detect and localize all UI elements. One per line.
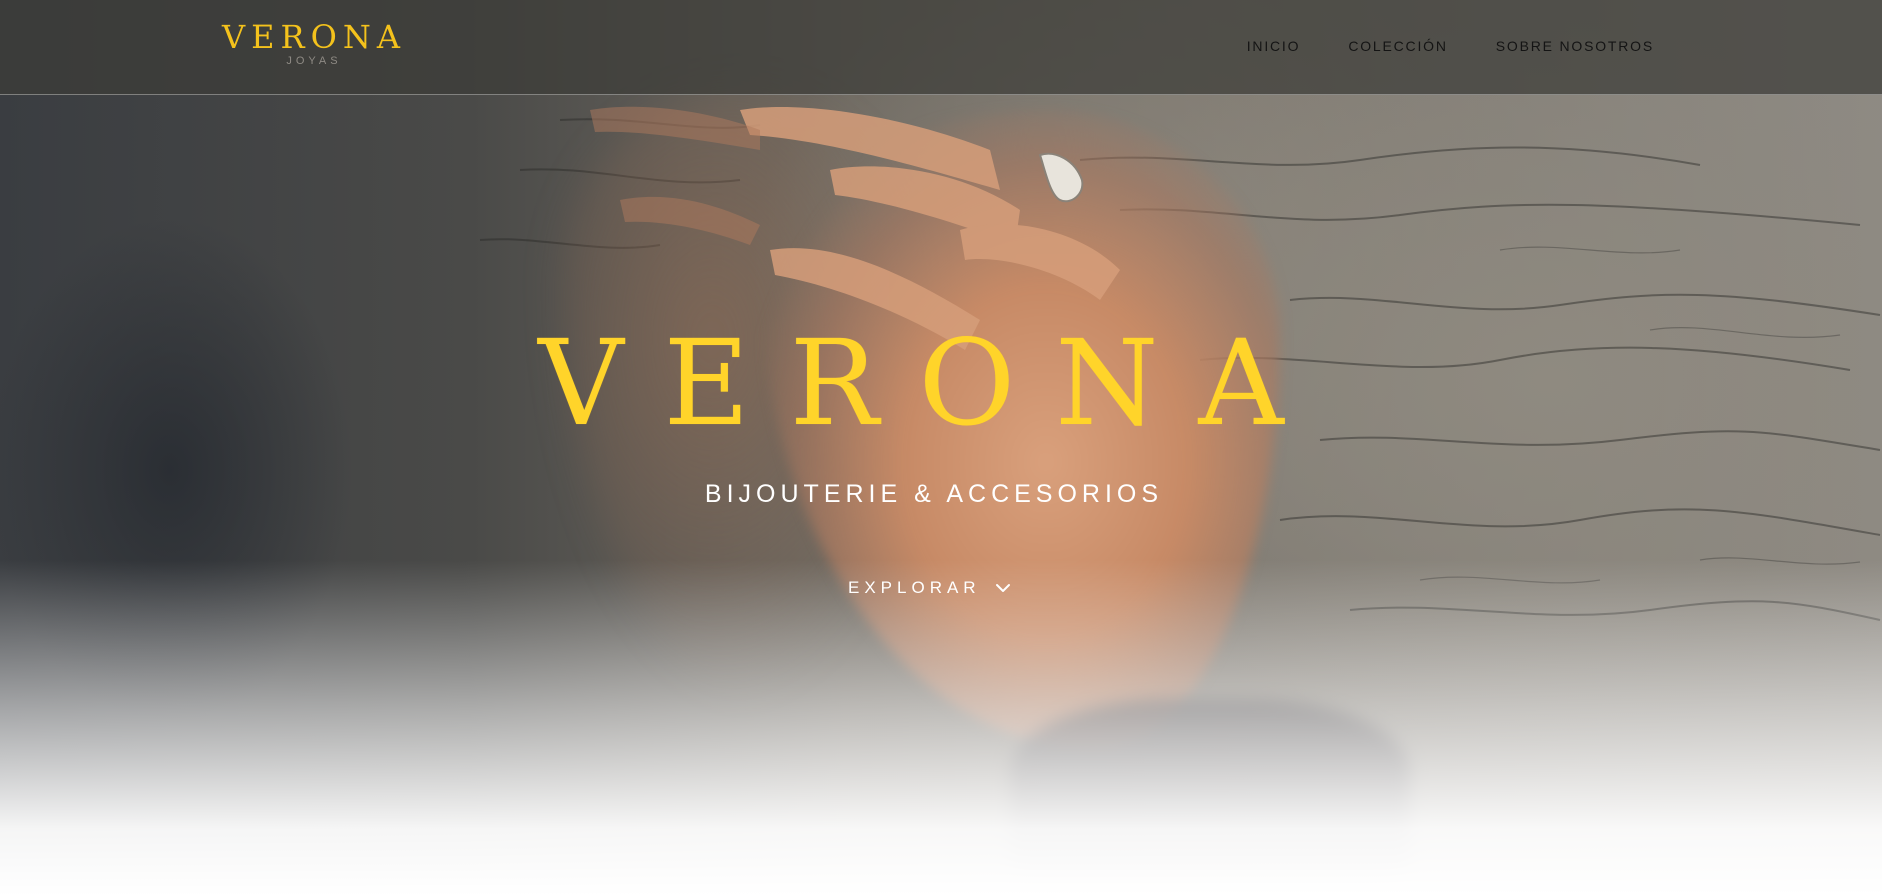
hero-title: VERONA xyxy=(538,314,1324,452)
nav-item-inicio[interactable]: INICIO xyxy=(1247,38,1301,54)
explore-button[interactable]: EXPLORAR xyxy=(848,578,1011,598)
site-header: VERONA JOYAS INICIO COLECCIÓN SOBRE NOSO… xyxy=(0,0,1882,95)
ring-icon xyxy=(1038,152,1084,203)
main-nav: INICIO COLECCIÓN SOBRE NOSOTROS xyxy=(1247,38,1654,54)
logo[interactable]: VERONA JOYAS xyxy=(214,18,414,68)
hero-subtitle: BIJOUTERIE & ACCESORIOS xyxy=(704,480,1164,508)
logo-tagline: JOYAS xyxy=(286,55,342,67)
bottom-fade xyxy=(0,560,1882,896)
nav-item-sobre-nosotros[interactable]: SOBRE NOSOTROS xyxy=(1496,38,1654,54)
logo-title: VERONA xyxy=(222,18,406,56)
nav-item-coleccion[interactable]: COLECCIÓN xyxy=(1348,38,1447,54)
chevron-down-icon xyxy=(995,583,1011,593)
explore-label: EXPLORAR xyxy=(848,578,981,597)
